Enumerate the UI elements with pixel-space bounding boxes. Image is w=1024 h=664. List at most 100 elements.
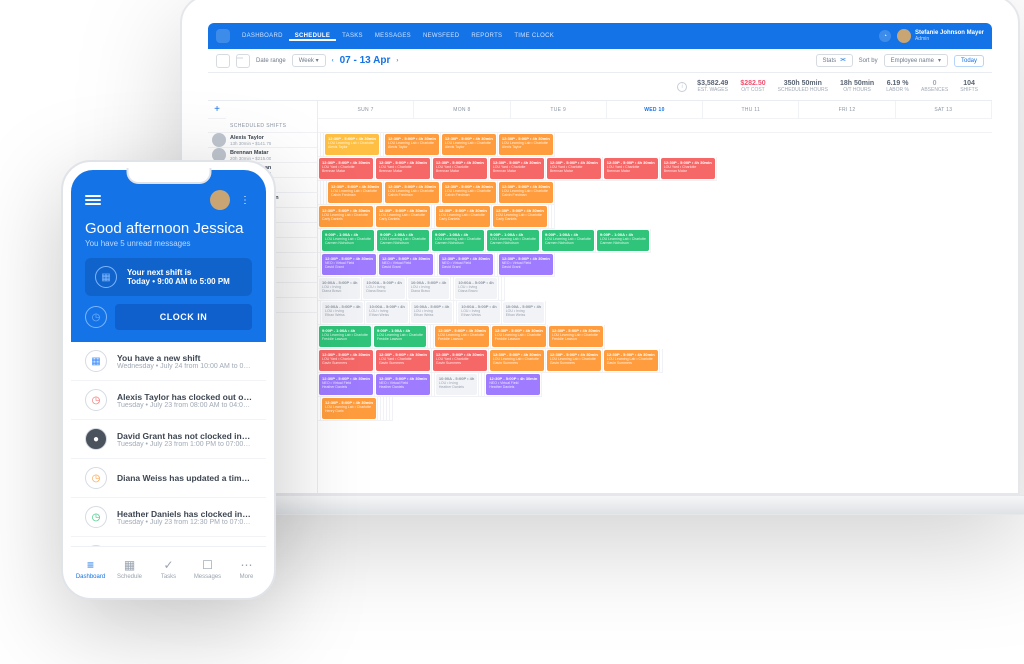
schedule-cell[interactable]: 12:30P - 5:00P • 4h 30minLOU Yard • Char… — [375, 157, 432, 181]
shift-block[interactable]: 12:30P - 5:00P • 4h 30minNEO • Virtual F… — [439, 254, 493, 275]
shift-block[interactable]: 10:00A - 5:00P • 4hLOU • IrvingDiana Bra… — [408, 278, 449, 299]
schedule-cell[interactable]: 12:30P - 5:00P • 4h 30minNEO • Virtual F… — [438, 253, 495, 277]
schedule-cell[interactable] — [660, 349, 663, 373]
feed-item[interactable]: ●David Grant has not clocked in for a sh… — [71, 420, 266, 459]
bulk-actions-button[interactable]: ⋯ — [236, 54, 250, 68]
schedule-cell[interactable]: 10:00A - 5:00P • 4hLOU • IrvingEthan Wei… — [365, 301, 409, 325]
shift-block[interactable]: 12:30P - 5:00P • 4h 30minLOU Learning La… — [435, 326, 489, 347]
schedule-cell[interactable]: 10:00A - 5:00P • 4hLOU • IrvingEthan Wei… — [502, 301, 546, 325]
shift-block[interactable]: 12:30P - 5:00P • 4h 30minLOU Yard • Char… — [376, 158, 430, 179]
tab-tasks[interactable]: ✓Tasks — [149, 547, 188, 590]
schedule-cell[interactable]: 12:30P - 5:00P • 4h 30minLOU Learning La… — [435, 205, 492, 229]
schedule-cell[interactable]: 12:30P - 5:00P • 4h 30minLOU Yard • Char… — [318, 157, 375, 181]
nav-messages[interactable]: MESSAGES — [369, 33, 417, 39]
shift-block[interactable]: 9:00P - 1:00A • 4hLOU Learning Lab • Cha… — [542, 230, 594, 251]
nav-reports[interactable]: REPORTS — [465, 33, 508, 39]
tab-messages[interactable]: ☐Messages — [188, 547, 227, 590]
schedule-cell[interactable]: 12:30P - 5:00P • 4h 30minLOU Learning La… — [384, 181, 441, 205]
schedule-cell[interactable]: 12:30P - 5:00P • 4h 30minLOU Learning La… — [548, 325, 605, 349]
schedule-cell[interactable]: 10:00A - 5:00P • 4hLOU • IrvingDiana Bra… — [407, 277, 451, 301]
shift-block[interactable]: 12:30P - 5:00P • 4h 30minNEO • Virtual F… — [376, 374, 430, 395]
info-icon[interactable]: i — [677, 82, 687, 92]
shift-block[interactable]: 10:00A - 5:00P • 4hLOU • IrvingEthan Wei… — [411, 302, 452, 323]
day-header-cell[interactable]: SAT 13 — [896, 101, 992, 119]
shift-block[interactable]: 12:30P - 5:00P • 4h 30minNEO • Virtual F… — [486, 374, 540, 395]
shift-block[interactable]: 12:30P - 5:00P • 4h 30minLOU Learning La… — [385, 134, 439, 155]
schedule-cell[interactable]: 12:30P - 5:00P • 4h 30minNEO • Virtual F… — [375, 373, 432, 397]
shift-block[interactable]: 9:00P - 1:00A • 4hLOU Learning Lab • Cha… — [377, 230, 429, 251]
nav-time clock[interactable]: TIME CLOCK — [508, 33, 560, 39]
feed-item[interactable]: ◷Alexis Taylor has clocked out of a shif… — [71, 381, 266, 420]
schedule-cell[interactable]: 12:30P - 5:00P • 4h 30minLOU Yard • Char… — [432, 349, 489, 373]
shift-block[interactable]: 12:30P - 5:00P • 4h 30minNEO • Virtual F… — [322, 254, 376, 275]
day-header-cell[interactable]: FRI 12 — [799, 101, 895, 119]
notifications-icon[interactable]: ◔ — [879, 30, 891, 42]
schedule-cell[interactable]: 9:00P - 1:00A • 4hLOU Learning Lab • Cha… — [321, 229, 376, 253]
schedule-cell[interactable]: 12:30P - 5:00P • 4h 30minLOU Learning La… — [603, 349, 660, 373]
schedule-cell[interactable]: 12:30P - 5:00P • 4h 30minNEO • Virtual F… — [498, 253, 555, 277]
menu-icon[interactable] — [85, 193, 101, 207]
schedule-cell[interactable]: 12:30P - 5:00P • 4h 30minLOU Learning La… — [546, 349, 603, 373]
shift-block[interactable]: 12:30P - 5:00P • 4h 30minLOU Learning La… — [328, 182, 382, 203]
schedule-cell[interactable]: 9:00P - 1:00A • 4hLOU Learning Lab • Cha… — [318, 325, 373, 349]
select-all-checkbox[interactable] — [216, 54, 230, 68]
schedule-cell[interactable]: 12:30P - 5:00P • 4h 30minLOU Learning La… — [327, 181, 384, 205]
shift-block[interactable]: 12:30P - 5:00P • 4h 30minLOU Yard • Char… — [433, 158, 487, 179]
shift-block[interactable]: 10:00A - 5:00P • 4hLOU • IrvingDiana Bra… — [455, 278, 496, 299]
shift-block[interactable]: 10:00A - 5:00P • 4hLOU • IrvingEthan Wei… — [503, 302, 544, 323]
schedule-cell[interactable]: 9:00P - 1:00A • 4hLOU Learning Lab • Cha… — [541, 229, 596, 253]
shift-block[interactable]: 9:00P - 1:00A • 4hLOU Learning Lab • Cha… — [432, 230, 484, 251]
shift-block[interactable]: 12:30P - 5:00P • 4h 30minNEO • Virtual F… — [499, 254, 553, 275]
schedule-cell[interactable]: 12:30P - 5:00P • 4h 30minLOU Learning La… — [492, 205, 549, 229]
shift-block[interactable]: 10:00A - 5:00P • 4hLOU • IrvingEthan Wei… — [322, 302, 363, 323]
shift-block[interactable]: 12:30P - 5:00P • 4h 30minLOU Learning La… — [376, 206, 430, 227]
schedule-cell[interactable]: 10:00A - 5:00P • 4hLOU • IrvingEthan Wei… — [410, 301, 454, 325]
schedule-cell[interactable]: 10:00A - 5:00P • 4hLOU • IrvingHeather D… — [435, 373, 479, 397]
schedule-cell[interactable]: 12:30P - 5:00P • 4h 30minLOU Learning La… — [498, 133, 555, 157]
shift-block[interactable]: 12:30P - 5:00P • 4h 30minLOU Learning La… — [490, 350, 544, 371]
day-header-cell[interactable]: SUN 7 — [318, 101, 414, 119]
schedule-cell[interactable]: 12:30P - 5:00P • 4h 30minLOU Yard • Char… — [489, 157, 546, 181]
schedule-cell[interactable]: 12:30P - 5:00P • 4h 30minLOU Learning La… — [491, 325, 548, 349]
shift-block[interactable]: 12:30P - 5:00P • 4h 30minLOU Learning La… — [442, 182, 496, 203]
feed-item[interactable]: ◷Diana Weiss has updated a timesheet — [71, 459, 266, 498]
shift-block[interactable]: 12:30P - 5:00P • 4h 30minLOU Yard • Char… — [661, 158, 715, 179]
schedule-cell[interactable]: 12:30P - 5:00P • 4h 30minLOU Learning La… — [324, 133, 381, 157]
shift-block[interactable]: 12:30P - 5:00P • 4h 30minLOU Yard • Char… — [490, 158, 544, 179]
shift-block[interactable]: 12:30P - 5:00P • 4h 30minLOU Yard • Char… — [433, 350, 487, 371]
schedule-cell[interactable]: 9:00P - 1:00A • 4hLOU Learning Lab • Cha… — [486, 229, 541, 253]
nav-newsfeed[interactable]: NEWSFEED — [417, 33, 465, 39]
tab-dashboard[interactable]: ≡Dashboard — [71, 547, 110, 590]
day-header-cell[interactable]: WED 10 — [607, 101, 703, 119]
tab-more[interactable]: ⋯More — [227, 547, 266, 590]
day-header-cell[interactable]: MON 8 — [414, 101, 510, 119]
shift-block[interactable]: 12:30P - 5:00P • 4h 30minLOU Learning La… — [325, 134, 379, 155]
schedule-cell[interactable]: 12:30P - 5:00P • 4h 30minLOU Learning La… — [375, 205, 432, 229]
next-week-button[interactable]: › — [396, 58, 398, 64]
shift-block[interactable]: 12:30P - 5:00P • 4h 30minLOU Learning La… — [436, 206, 490, 227]
schedule-cell[interactable]: 10:00A - 5:00P • 4hLOU • IrvingDiana Bra… — [454, 277, 498, 301]
schedule-cell[interactable]: 12:30P - 5:00P • 4h 30minLOU Yard • Char… — [375, 349, 432, 373]
schedule-cell[interactable]: 12:30P - 5:00P • 4h 30minNEO • Virtual F… — [321, 253, 378, 277]
app-logo-icon[interactable] — [216, 29, 230, 43]
schedule-cell[interactable]: 12:30P - 5:00P • 4h 30minNEO • Virtual F… — [378, 253, 435, 277]
shift-block[interactable]: 9:00P - 1:00A • 4hLOU Learning Lab • Cha… — [319, 326, 371, 347]
prev-week-button[interactable]: ‹ — [332, 58, 334, 64]
schedule-cell[interactable]: 12:30P - 5:00P • 4h 30minLOU Learning La… — [489, 349, 546, 373]
day-header-cell[interactable]: THU 11 — [703, 101, 799, 119]
shift-block[interactable]: 12:30P - 5:00P • 4h 30minNEO • Virtual F… — [379, 254, 433, 275]
shift-block[interactable]: 12:30P - 5:00P • 4h 30minLOU Yard • Char… — [604, 158, 658, 179]
tab-schedule[interactable]: ▦Schedule — [110, 547, 149, 590]
shift-block[interactable]: 12:30P - 5:00P • 4h 30minLOU Learning La… — [547, 350, 601, 371]
schedule-cell[interactable]: 9:00P - 1:00A • 4hLOU Learning Lab • Cha… — [596, 229, 651, 253]
shift-block[interactable]: 10:00A - 5:00P • 4hLOU • IrvingHeather D… — [436, 374, 477, 395]
schedule-cell[interactable] — [390, 397, 393, 421]
user-menu[interactable]: Stefanie Johnson Mayer Admin — [897, 29, 984, 43]
shift-block[interactable]: 12:30P - 5:00P • 4h 30minLOU Learning La… — [499, 182, 553, 203]
nav-dashboard[interactable]: DASHBOARD — [236, 33, 289, 39]
shift-block[interactable]: 12:30P - 5:00P • 4h 30minNEO • Virtual F… — [319, 374, 373, 395]
stats-toggle[interactable]: Stats ⫘ — [816, 54, 853, 67]
shift-block[interactable]: 12:30P - 5:00P • 4h 30minLOU Learning La… — [322, 398, 376, 419]
schedule-cell[interactable]: 12:30P - 5:00P • 4h 30minLOU Learning La… — [498, 181, 555, 205]
shift-block[interactable]: 10:00A - 5:00P • 4hLOU • IrvingEthan Wei… — [366, 302, 407, 323]
